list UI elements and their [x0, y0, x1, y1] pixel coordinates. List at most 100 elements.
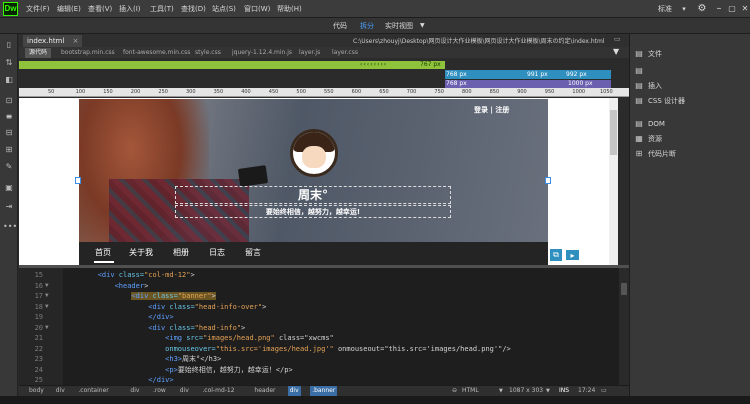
error-icon[interactable]: ⊖	[452, 386, 457, 396]
code-line[interactable]: <h3>周末°</h3>	[64, 354, 221, 365]
fold-icon[interactable]: ▼	[45, 323, 53, 334]
files-icon[interactable]: ▤	[634, 49, 644, 59]
related-file-layer-css[interactable]: layer.css	[332, 48, 358, 58]
fold-icon[interactable]	[45, 375, 53, 386]
resize-handle-left[interactable]	[75, 177, 81, 184]
code-line[interactable]: <img src="images/head.png" class="xwcms"	[64, 333, 334, 344]
design-scrollbar-thumb[interactable]	[610, 110, 617, 155]
close-icon[interactable]: ×	[73, 37, 79, 45]
fold-icon[interactable]	[45, 344, 53, 355]
filter-icon[interactable]: ▼	[613, 47, 619, 56]
inspect-icon[interactable]: ⊡	[3, 96, 15, 106]
tag-crumb[interactable]: div	[287, 386, 301, 396]
panel-assets[interactable]: 资源	[648, 133, 662, 145]
menu-view[interactable]: 查看(V)	[88, 3, 112, 15]
fold-icon[interactable]	[45, 354, 53, 365]
fold-icon[interactable]	[45, 333, 53, 344]
related-file-source[interactable]: 源代码	[25, 48, 52, 58]
tag-crumb[interactable]: div	[54, 386, 67, 396]
nav-item-message[interactable]: 留言	[245, 247, 261, 259]
code-line[interactable]: <div class="head-info-over">	[64, 302, 266, 313]
tag-crumb[interactable]: .container	[76, 386, 110, 396]
comment-icon[interactable]: ▣	[3, 183, 15, 193]
tag-crumb[interactable]: .col-md-12	[200, 386, 236, 396]
open-document-icon[interactable]: ▯	[3, 40, 15, 50]
fold-icon[interactable]	[45, 312, 53, 323]
code-line[interactable]: <p>要始终相信，越努力，越幸运！</p>	[64, 365, 293, 376]
resize-handle-right[interactable]	[545, 177, 551, 184]
chevron-down-icon[interactable]: ▼	[546, 386, 550, 396]
tag-crumb[interactable]: header	[252, 386, 277, 396]
menu-file[interactable]: 文件(F)	[26, 3, 50, 15]
css-designer-icon[interactable]: ▤	[634, 96, 644, 106]
indent-icon[interactable]: ⇥	[3, 202, 15, 212]
chevron-down-icon[interactable]: ▾	[676, 2, 692, 16]
document-options-icon[interactable]: ▭	[614, 35, 621, 43]
chevron-down-icon[interactable]: ▼	[499, 386, 503, 396]
panel-insert[interactable]: 插入	[648, 80, 662, 92]
banner-title[interactable]: 周末°	[175, 187, 451, 203]
doc-type-select[interactable]: HTML	[462, 386, 479, 396]
menu-site[interactable]: 站点(S)	[212, 3, 236, 15]
code-line[interactable]: onmouseover="this.src='images/head.jpg'"…	[64, 344, 511, 355]
menu-tools[interactable]: 工具(T)	[150, 3, 174, 15]
banner-subtitle[interactable]: 要始终相信，越努力，越幸运!	[175, 206, 451, 218]
insert-icon[interactable]: ▤	[634, 81, 644, 91]
insert-icon[interactable]: ▤	[634, 66, 644, 76]
split-view-button[interactable]: 拆分	[360, 19, 374, 33]
menu-help[interactable]: 帮助(H)	[277, 3, 302, 15]
chevron-down-icon[interactable]: ▼	[420, 19, 425, 33]
nav-item-blog[interactable]: 日志	[209, 247, 225, 259]
code-line[interactable]: </div>	[64, 375, 173, 386]
panel-snippets[interactable]: 代码片断	[648, 148, 676, 160]
related-file-style[interactable]: style.css	[195, 48, 221, 58]
code-line[interactable]: <div class="banner">	[64, 291, 216, 302]
element-select-icon[interactable]: ▸	[565, 249, 580, 261]
nav-item-home[interactable]: 首页	[95, 247, 111, 259]
related-file-font-awesome[interactable]: font-awesome.min.css	[123, 48, 190, 58]
live-view-button[interactable]: 实时视图	[385, 19, 413, 33]
fold-icon[interactable]: ▼	[45, 281, 53, 292]
code-scrollbar-thumb[interactable]	[621, 283, 627, 295]
fold-icon[interactable]	[45, 270, 53, 281]
nav-item-about[interactable]: 关于我	[129, 247, 153, 259]
snippets-icon[interactable]: ⊞	[634, 149, 644, 159]
banner-preview[interactable]: 登录 | 注册 周末° 要始终相信，越努力，越幸运! 首页 关于我 相册 日志 …	[79, 99, 548, 265]
panel-dom[interactable]: DOM	[648, 118, 665, 130]
menu-window[interactable]: 窗口(W)	[244, 3, 270, 15]
menu-edit[interactable]: 编辑(E)	[57, 3, 81, 15]
related-file-jquery[interactable]: jquery-1.12.4.min.js	[232, 48, 292, 58]
dom-icon[interactable]: ▤	[634, 119, 644, 129]
format-source-icon[interactable]: ✎	[3, 162, 15, 172]
fold-icon[interactable]	[45, 365, 53, 376]
more-options-icon[interactable]: •••	[3, 222, 17, 232]
related-file-bootstrap[interactable]: bootstrap.min.css	[61, 48, 115, 58]
login-register-link[interactable]: 登录 | 注册	[474, 105, 544, 115]
preview-icon[interactable]: ▭	[601, 386, 607, 396]
code-navigator-icon[interactable]: ≡	[3, 112, 15, 122]
gear-icon[interactable]: ⚙	[694, 2, 710, 16]
document-tab[interactable]: index.html ×	[23, 35, 83, 47]
code-view-button[interactable]: 代码	[333, 19, 347, 33]
close-button[interactable]: ✕	[737, 2, 750, 16]
code-line[interactable]: <div class="head-info">	[64, 323, 245, 334]
nav-item-album[interactable]: 相册	[173, 247, 189, 259]
assets-icon[interactable]: ▦	[634, 134, 644, 144]
avatar[interactable]	[290, 129, 338, 177]
select-parent-tag-icon[interactable]: ⊟	[3, 128, 15, 138]
wrap-tag-icon[interactable]: ⊞	[3, 145, 15, 155]
related-file-layer-js[interactable]: layer.js	[299, 48, 320, 58]
code-line[interactable]: </div>	[64, 312, 173, 323]
fold-icon[interactable]: ▼	[45, 291, 53, 302]
menu-find[interactable]: 查找(D)	[181, 3, 206, 15]
file-management-icon[interactable]: ⇅	[3, 58, 15, 68]
live-options-icon[interactable]: ◧	[3, 75, 15, 85]
code-line[interactable]: <header>	[64, 281, 149, 292]
fold-icon[interactable]: ▼	[45, 302, 53, 313]
code-line[interactable]: <div class="col-md-12">	[64, 270, 195, 281]
panel-files[interactable]: 文件	[648, 48, 662, 60]
insert-mode[interactable]: INS	[559, 386, 569, 396]
workspace-switcher[interactable]: 标准	[658, 3, 672, 15]
tag-crumb[interactable]: .banner	[310, 386, 338, 396]
panel-css-designer[interactable]: CSS 设计器	[648, 95, 685, 107]
